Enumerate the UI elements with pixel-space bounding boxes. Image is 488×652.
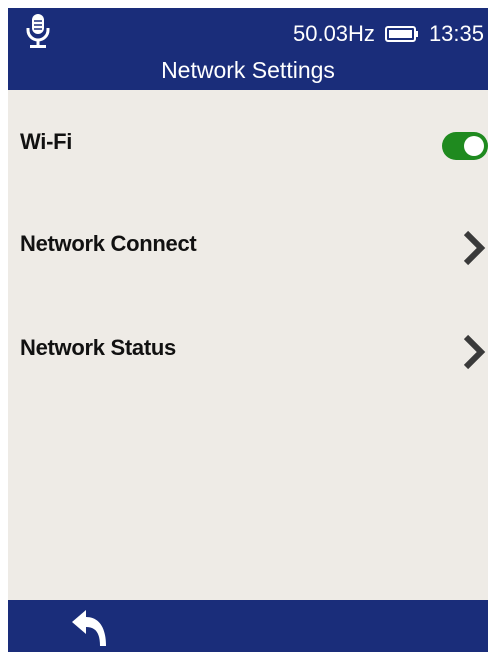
wifi-toggle[interactable] — [442, 132, 488, 160]
chevron-right-icon — [464, 334, 486, 370]
network-status-label: Network Status — [20, 335, 176, 360]
toggle-knob — [464, 136, 484, 156]
wifi-label: Wi-Fi — [20, 129, 73, 154]
device-screen: 50.03Hz 13:35 Network Settings Wi-Fi Net… — [8, 8, 488, 652]
setting-row-network-status[interactable]: Network Status — [8, 318, 488, 378]
header-bar: 50.03Hz 13:35 Network Settings — [8, 8, 488, 90]
frequency-readout: 50.03Hz — [292, 21, 375, 46]
setting-row-wifi[interactable]: Wi-Fi — [8, 112, 488, 172]
page-title: Network Settings — [161, 57, 335, 83]
footer-bar — [8, 600, 488, 652]
chevron-right-icon — [464, 230, 486, 266]
battery-icon — [384, 26, 418, 42]
clock-time: 13:35 — [428, 21, 484, 46]
network-connect-label: Network Connect — [20, 231, 197, 256]
back-arrow-icon[interactable] — [68, 608, 112, 648]
status-bar: 50.03Hz 13:35 — [293, 20, 484, 48]
microphone-icon — [26, 14, 50, 48]
setting-row-network-connect[interactable]: Network Connect — [8, 214, 488, 274]
